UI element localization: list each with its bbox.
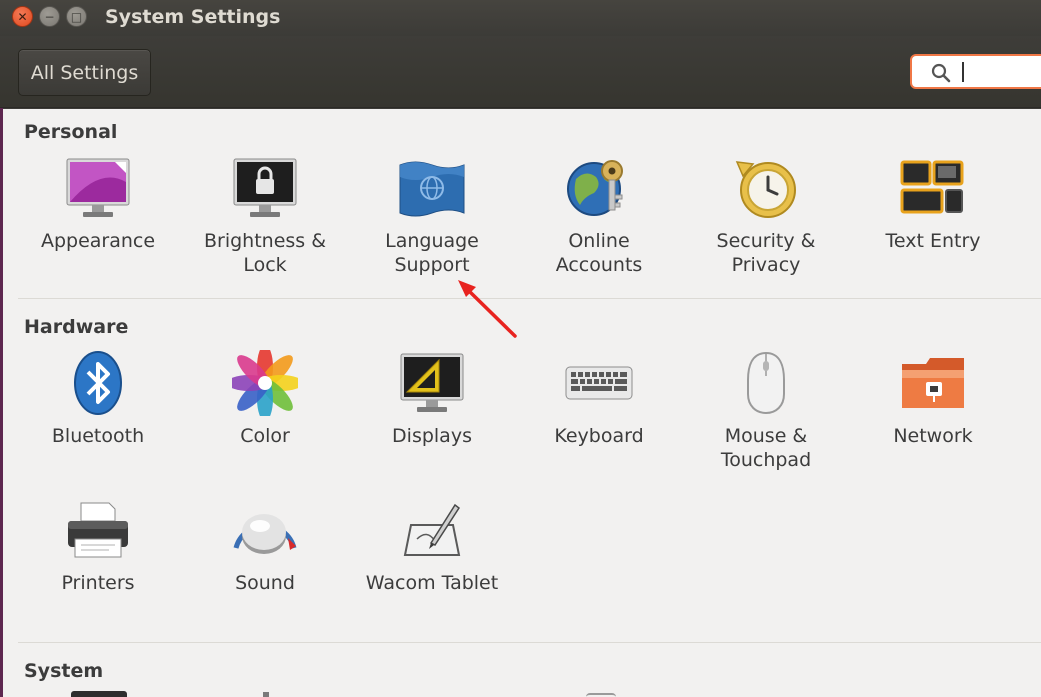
network-icon — [898, 348, 968, 418]
settings-item-label: Mouse & Touchpad — [720, 425, 812, 471]
settings-item-label: Language Support — [385, 230, 479, 276]
mouse-touchpad-icon — [731, 348, 801, 418]
section-title-hardware: Hardware — [24, 316, 129, 338]
settings-item-label: Security & Privacy — [716, 230, 816, 276]
section-divider — [18, 642, 1041, 643]
settings-content: Personal Appearance Brightness & Lock La… — [3, 109, 1041, 697]
settings-item-wacom-tablet[interactable]: Wacom Tablet — [352, 495, 512, 595]
settings-item-label: Bluetooth — [51, 425, 145, 447]
settings-item-keyboard[interactable]: Keyboard — [519, 348, 679, 448]
settings-item-sound[interactable]: Sound — [185, 495, 345, 595]
search-input[interactable] — [910, 54, 1041, 89]
title-bar: ✕ − □ System Settings — [0, 0, 1041, 36]
settings-item-language-support[interactable]: Language Support — [352, 153, 512, 277]
section-divider — [18, 298, 1041, 299]
settings-item-text-entry[interactable]: Text Entry — [853, 153, 1013, 253]
window-title: System Settings — [105, 6, 281, 28]
minimize-window-button[interactable]: − — [39, 6, 60, 27]
settings-item-label: Keyboard — [554, 425, 644, 447]
all-settings-button[interactable]: All Settings — [18, 49, 151, 96]
settings-item-network[interactable]: Network — [853, 348, 1013, 448]
language-support-icon — [397, 153, 467, 223]
settings-item-label: Displays — [392, 425, 472, 447]
wacom-tablet-icon — [397, 495, 467, 565]
bluetooth-icon — [63, 348, 133, 418]
sound-icon — [230, 495, 300, 565]
online-accounts-icon — [564, 153, 634, 223]
settings-item-color[interactable]: Color — [185, 348, 345, 448]
settings-item-label: Appearance — [40, 230, 156, 252]
text-caret — [962, 62, 964, 82]
close-window-button[interactable]: ✕ — [12, 6, 33, 27]
settings-item-label: Printers — [61, 572, 135, 594]
settings-item-label: Text Entry — [885, 230, 981, 252]
settings-item-printers[interactable]: Printers — [18, 495, 178, 595]
settings-item-brightness-lock[interactable]: Brightness & Lock — [185, 153, 345, 277]
settings-item-label: Wacom Tablet — [365, 572, 499, 594]
section-title-system: System — [24, 660, 104, 682]
appearance-icon — [63, 153, 133, 223]
settings-item-bluetooth[interactable]: Bluetooth — [18, 348, 178, 448]
settings-item-label: Color — [240, 425, 290, 447]
settings-item-online-accounts[interactable]: Online Accounts — [519, 153, 679, 277]
brightness-lock-icon — [230, 153, 300, 223]
color-icon — [230, 348, 300, 418]
system-item-icon-partial — [71, 691, 127, 697]
settings-item-displays[interactable]: Displays — [352, 348, 512, 448]
settings-item-label: Brightness & Lock — [203, 230, 327, 276]
text-entry-icon — [898, 153, 968, 223]
section-title-personal: Personal — [24, 121, 118, 143]
printers-icon — [63, 495, 133, 565]
security-privacy-icon — [731, 153, 801, 223]
maximize-window-button[interactable]: □ — [66, 6, 87, 27]
toolbar: All Settings — [0, 36, 1041, 108]
settings-item-label: Sound — [235, 572, 295, 594]
search-icon — [931, 63, 951, 83]
settings-item-label: Online Accounts — [555, 230, 643, 276]
settings-item-security-privacy[interactable]: Security & Privacy — [686, 153, 846, 277]
settings-item-label: Network — [893, 425, 973, 447]
system-item-icon-partial — [586, 693, 616, 697]
system-item-icon-partial — [263, 692, 269, 697]
displays-icon — [397, 348, 467, 418]
settings-item-appearance[interactable]: Appearance — [18, 153, 178, 253]
keyboard-icon — [564, 348, 634, 418]
settings-item-mouse-touchpad[interactable]: Mouse & Touchpad — [686, 348, 846, 472]
